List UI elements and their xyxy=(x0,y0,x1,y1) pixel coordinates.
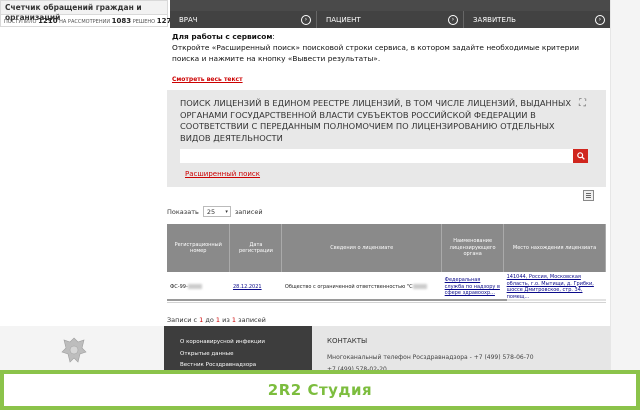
pending-label: НА РАССМОТРЕНИИ xyxy=(59,19,111,25)
authority-cell[interactable]: Федеральная служба по надзору в сфере зд… xyxy=(441,272,504,303)
nav-item-label: ЗАЯВИТЕЛЬ xyxy=(473,15,516,24)
address-cell[interactable]: 141044, Россия, Московская область, г.о.… xyxy=(503,272,606,303)
nav-item-doctor[interactable]: ВРАЧ › xyxy=(170,11,317,28)
column-header[interactable]: Место нахождения лицензиата xyxy=(503,224,606,272)
instructions-heading: Для работы с сервисом xyxy=(172,32,273,41)
table-header-row: Регистрационный номер Дата регистрации С… xyxy=(167,224,606,272)
records-info: Записи с 1 до 1 из 1 записей xyxy=(167,316,266,324)
search-button[interactable] xyxy=(573,149,588,163)
results-table: Регистрационный номер Дата регистрации С… xyxy=(167,224,606,303)
show-full-text-link[interactable]: Смотреть весь текст xyxy=(172,76,243,83)
search-icon xyxy=(576,152,585,160)
nav-item-applicant[interactable]: ЗАЯВИТЕЛЬ › xyxy=(464,11,610,28)
resolved-label: РЕШЕНО xyxy=(132,19,156,25)
coat-of-arms-icon xyxy=(61,337,87,363)
footer-contacts-area xyxy=(312,326,610,370)
expand-icon[interactable]: ⛶ xyxy=(577,98,588,109)
watermark-banner: 2R2 Студия xyxy=(0,370,640,410)
show-label: Показать xyxy=(167,207,199,216)
received-value: 1210 xyxy=(38,17,58,25)
chevron-right-icon: › xyxy=(448,14,458,25)
scrollbar-thumb[interactable] xyxy=(167,299,507,301)
counter-stats: ПОСТУПИЛО 1210 НА РАССМОТРЕНИИ 1083 РЕШЕ… xyxy=(1,15,171,28)
instructions-heading-colon: : xyxy=(272,32,275,41)
column-header[interactable]: Регистрационный номер xyxy=(167,224,231,272)
footer-link[interactable]: Открытые данные xyxy=(180,349,265,361)
search-input[interactable] xyxy=(180,149,573,163)
received-label: ПОСТУПИЛО xyxy=(4,19,37,25)
watermark-text: 2R2 Студия xyxy=(267,381,373,399)
page-size-value: 25 xyxy=(206,207,216,216)
licensee-cell[interactable]: Общество с ограниченной ответственностью… xyxy=(281,272,442,303)
right-sidebar xyxy=(610,0,640,370)
records-label: записей xyxy=(234,207,263,216)
counter-title: Счетчик обращений граждан и организаций xyxy=(1,1,167,22)
advanced-search-link[interactable]: Расширенный поиск xyxy=(185,170,260,178)
page-size-select[interactable]: 25 ▾ xyxy=(202,206,231,217)
redacted-text xyxy=(412,283,427,289)
nav-item-patient[interactable]: ПАЦИЕНТ › xyxy=(317,11,464,28)
appeals-counter: Счетчик обращений граждан и организаций … xyxy=(0,0,171,28)
watermark-inner: 2R2 Студия xyxy=(4,374,636,406)
contacts-title: КОНТАКТЫ xyxy=(327,337,368,345)
instructions-text: Откройте «Расширенный поиск» поисковой с… xyxy=(172,43,580,63)
pending-value: 1083 xyxy=(111,17,132,25)
date-cell[interactable]: 28.12.2021 xyxy=(229,272,282,303)
top-navigation: ВРАЧ › ПАЦИЕНТ › ЗАЯВИТЕЛЬ › xyxy=(170,11,610,28)
contacts-phone: Многоканальный телефон Росздравнадзора -… xyxy=(327,354,534,361)
service-instructions: Для работы с сервисом: Откройте «Расшире… xyxy=(172,31,602,64)
search-title: ПОИСК ЛИЦЕНЗИЙ В ЕДИНОМ РЕЕСТРЕ ЛИЦЕНЗИЙ… xyxy=(180,98,572,143)
table-row[interactable]: ФС-99- 28.12.2021 Общество с ограниченно… xyxy=(167,272,606,303)
chevron-down-icon: ▾ xyxy=(225,208,228,215)
column-header[interactable]: Дата регистрации xyxy=(229,224,283,272)
chevron-right-icon: › xyxy=(301,14,311,25)
footer-links: О коронавирусной инфекции Открытые данны… xyxy=(180,337,265,372)
reg-number-cell[interactable]: ФС-99- xyxy=(167,272,230,303)
chevron-right-icon: › xyxy=(595,14,605,25)
header-strip xyxy=(170,0,610,11)
page-size-control: Показать 25 ▾ записей xyxy=(167,206,263,217)
footer-link[interactable]: О коронавирусной инфекции xyxy=(180,337,265,349)
redacted-text xyxy=(187,283,202,289)
column-header[interactable]: Сведения о лицензиате xyxy=(281,224,443,272)
license-search-panel: ПОИСК ЛИЦЕНЗИЙ В ЕДИНОМ РЕЕСТРЕ ЛИЦЕНЗИЙ… xyxy=(167,90,606,187)
column-header[interactable]: Наименование лицензирующего органа xyxy=(441,224,505,272)
nav-item-label: ВРАЧ xyxy=(179,15,198,24)
list-view-icon[interactable] xyxy=(583,190,594,201)
nav-item-label: ПАЦИЕНТ xyxy=(326,15,361,24)
